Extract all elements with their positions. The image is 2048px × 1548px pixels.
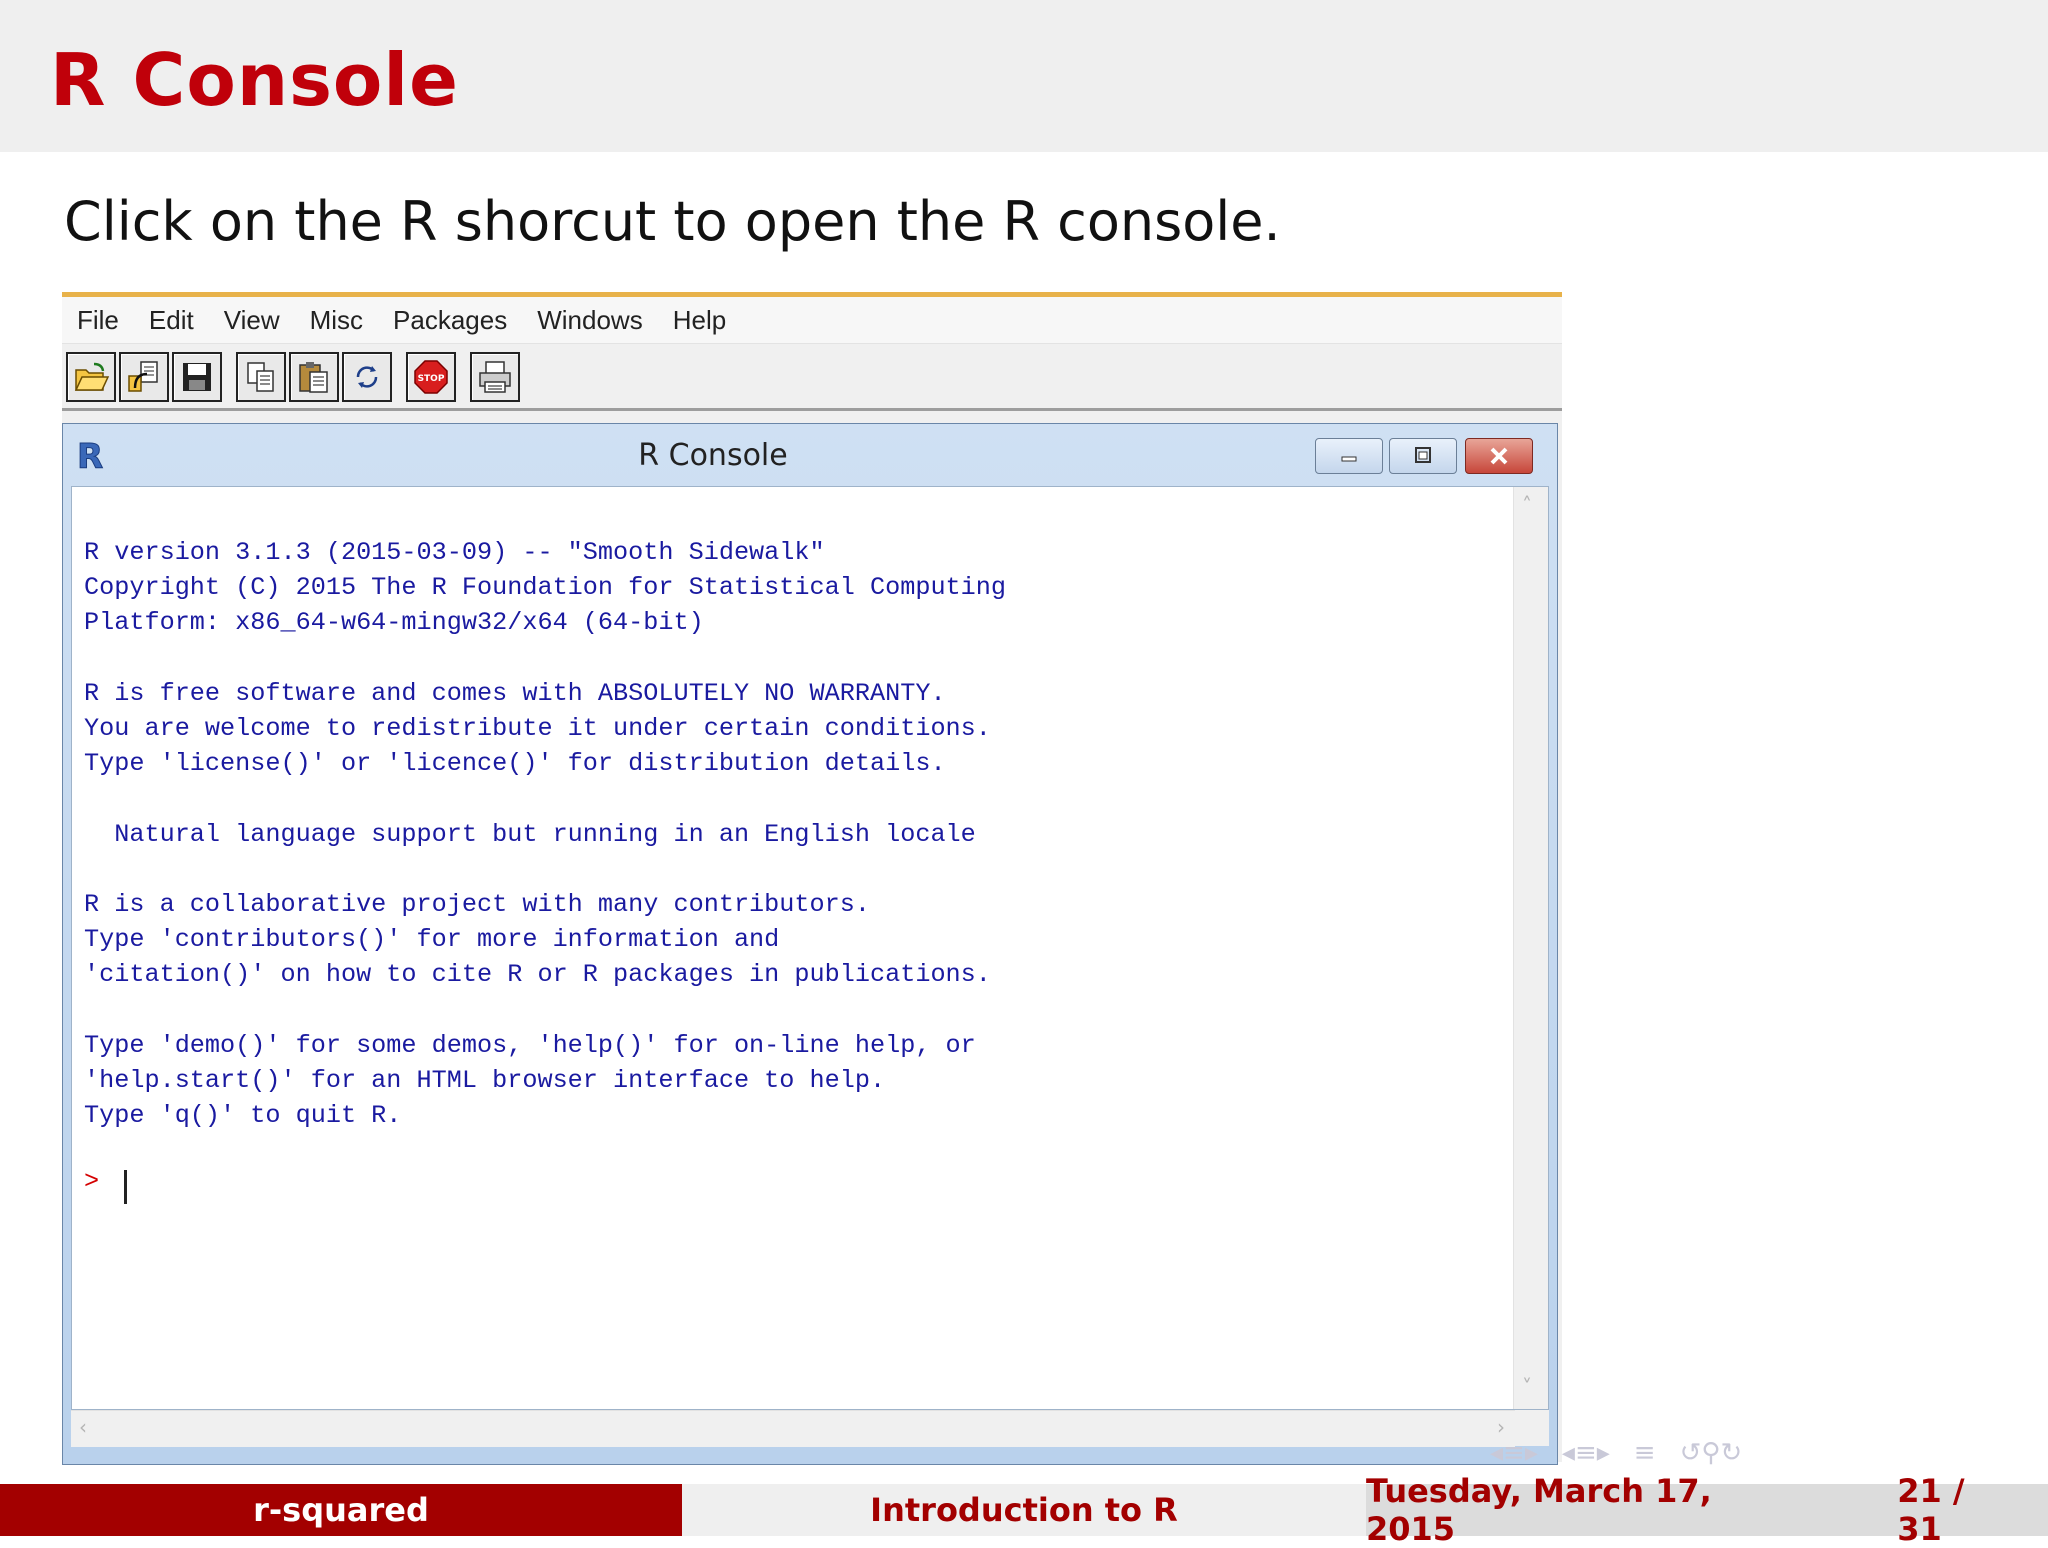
maximize-icon [1415, 447, 1431, 463]
menu-misc[interactable]: Misc [295, 305, 378, 336]
rgui-window: File Edit View Misc Packages Windows Hel… [62, 292, 1562, 1465]
refresh-button[interactable] [342, 351, 392, 402]
stop-button[interactable]: STOP [406, 351, 456, 402]
print-button[interactable] [470, 351, 520, 402]
minimize-icon [1341, 456, 1357, 462]
nav-search-icon[interactable]: ↺⚲↻ [1680, 1438, 1743, 1468]
slide-title-band: R Console [0, 0, 2048, 152]
slide-title: R Console [50, 38, 459, 122]
footer-talk-title: Introduction to R [682, 1484, 1366, 1536]
close-icon [1490, 447, 1508, 465]
load-workspace-icon [128, 360, 158, 392]
menu-windows[interactable]: Windows [522, 305, 657, 336]
footer-author: r-squared [0, 1484, 682, 1536]
vertical-scrollbar[interactable]: ˄ ˅ [1513, 487, 1548, 1409]
paste-icon [299, 361, 328, 393]
svg-text:STOP: STOP [418, 374, 445, 384]
horizontal-scrollbar[interactable]: ‹ › [71, 1410, 1515, 1447]
scroll-up-icon[interactable]: ˄ [1522, 493, 1532, 517]
open-folder-icon [74, 362, 110, 391]
menu-packages[interactable]: Packages [378, 305, 522, 336]
slide-footer: r-squared Introduction to R Tuesday, Mar… [0, 1472, 2048, 1548]
console-window-title: R Console [638, 438, 788, 473]
beamer-navigation: ◂≡▸ ◂≡▸ ≡ ↺⚲↻ [1490, 1436, 1742, 1470]
console-prompt: > [84, 1167, 100, 1196]
nav-section-icon[interactable]: ◂≡▸ [1562, 1438, 1610, 1468]
r-console-window: R R Console R version 3.1.3 (2015-03-09)… [62, 423, 1558, 1465]
footer-page-number: 21 / 31 [1897, 1472, 1965, 1548]
save-icon [183, 362, 211, 391]
console-text-area[interactable]: R version 3.1.3 (2015-03-09) -- "Smooth … [71, 486, 1549, 1410]
close-button[interactable] [1465, 438, 1533, 474]
menu-view[interactable]: View [209, 305, 295, 336]
stop-icon: STOP [414, 359, 448, 394]
paste-button[interactable] [289, 351, 339, 402]
console-output: R version 3.1.3 (2015-03-09) -- "Smooth … [84, 538, 1007, 1131]
scroll-left-icon[interactable]: ‹ [79, 1415, 87, 1439]
menu-bar: File Edit View Misc Packages Windows Hel… [62, 297, 1562, 344]
console-titlebar[interactable]: R R Console [63, 424, 1557, 486]
text-cursor [124, 1170, 127, 1204]
nav-subsection-icon[interactable]: ≡ [1634, 1438, 1656, 1468]
footer-right: Tuesday, March 17, 2015 21 / 31 [1366, 1472, 2048, 1548]
menu-edit[interactable]: Edit [134, 305, 209, 336]
copy-button[interactable] [236, 351, 286, 402]
refresh-icon [356, 365, 378, 388]
slide-subtitle: Click on the R shorcut to open the R con… [64, 190, 1281, 253]
print-icon [479, 360, 511, 393]
scroll-down-icon[interactable]: ˅ [1522, 1375, 1532, 1399]
toolbar: STOP [62, 345, 1562, 411]
save-button[interactable] [172, 351, 222, 402]
maximize-button[interactable] [1389, 438, 1457, 474]
copy-icon [247, 361, 274, 392]
minimize-button[interactable] [1315, 438, 1383, 474]
menu-help[interactable]: Help [658, 305, 741, 336]
nav-frame-back-icon[interactable]: ◂≡▸ [1490, 1438, 1538, 1468]
open-script-button[interactable] [66, 351, 116, 402]
load-workspace-button[interactable] [119, 351, 169, 402]
footer-date: Tuesday, March 17, 2015 [1366, 1472, 1712, 1548]
menu-file[interactable]: File [62, 305, 134, 336]
